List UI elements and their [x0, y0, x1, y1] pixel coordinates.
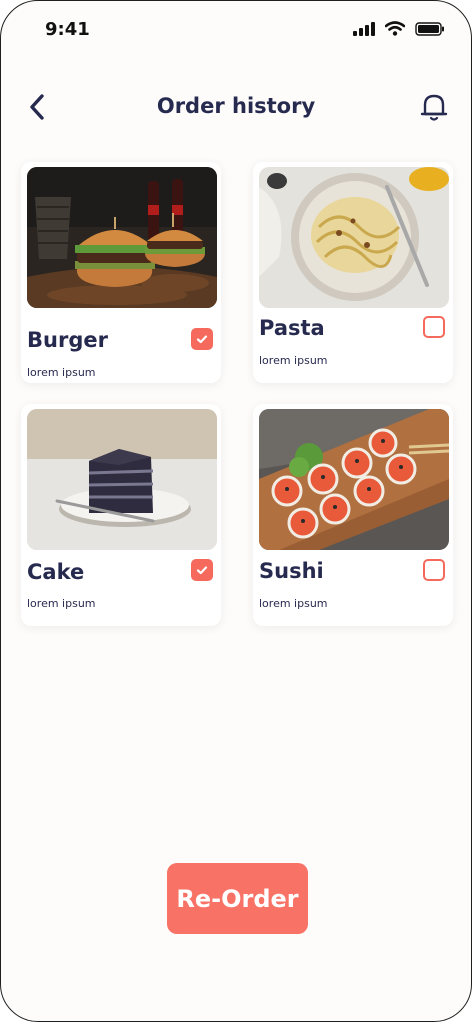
burger-photo — [27, 167, 217, 308]
status-icons — [353, 21, 445, 36]
order-name: Burger — [27, 328, 108, 352]
page-title: Order history — [156, 94, 316, 118]
order-subtitle: lorem ipsum — [27, 597, 96, 610]
order-name: Sushi — [259, 559, 324, 583]
order-card-pasta[interactable]: Pasta lorem ipsum — [253, 162, 453, 383]
status-time: 9:41 — [45, 19, 90, 40]
cake-photo — [27, 409, 217, 550]
bell-icon[interactable] — [419, 91, 449, 123]
sushi-photo — [259, 409, 449, 550]
order-subtitle: lorem ipsum — [259, 354, 328, 367]
order-name: Cake — [27, 560, 85, 584]
check-icon — [196, 335, 208, 344]
pasta-photo — [259, 167, 449, 308]
wifi-icon — [385, 21, 405, 36]
cellular-signal-icon — [353, 21, 375, 36]
order-checkbox-unchecked[interactable] — [423, 316, 445, 338]
order-checkbox-checked[interactable] — [191, 559, 213, 581]
check-icon — [196, 566, 208, 575]
order-name: Pasta — [259, 316, 325, 340]
battery-icon — [415, 21, 444, 36]
order-card-sushi[interactable]: Sushi lorem ipsum — [253, 404, 453, 626]
order-card-cake[interactable]: Cake lorem ipsum — [21, 404, 221, 626]
order-card-burger[interactable]: Burger lorem ipsum — [21, 162, 221, 383]
order-checkbox-checked[interactable] — [191, 328, 213, 350]
phone-frame: 9:41 Order history Burger lorem ipsum Pa… — [0, 0, 472, 1022]
order-subtitle: lorem ipsum — [27, 366, 96, 379]
order-checkbox-unchecked[interactable] — [423, 559, 445, 581]
reorder-button[interactable]: Re-Order — [167, 863, 308, 934]
order-subtitle: lorem ipsum — [259, 597, 328, 610]
